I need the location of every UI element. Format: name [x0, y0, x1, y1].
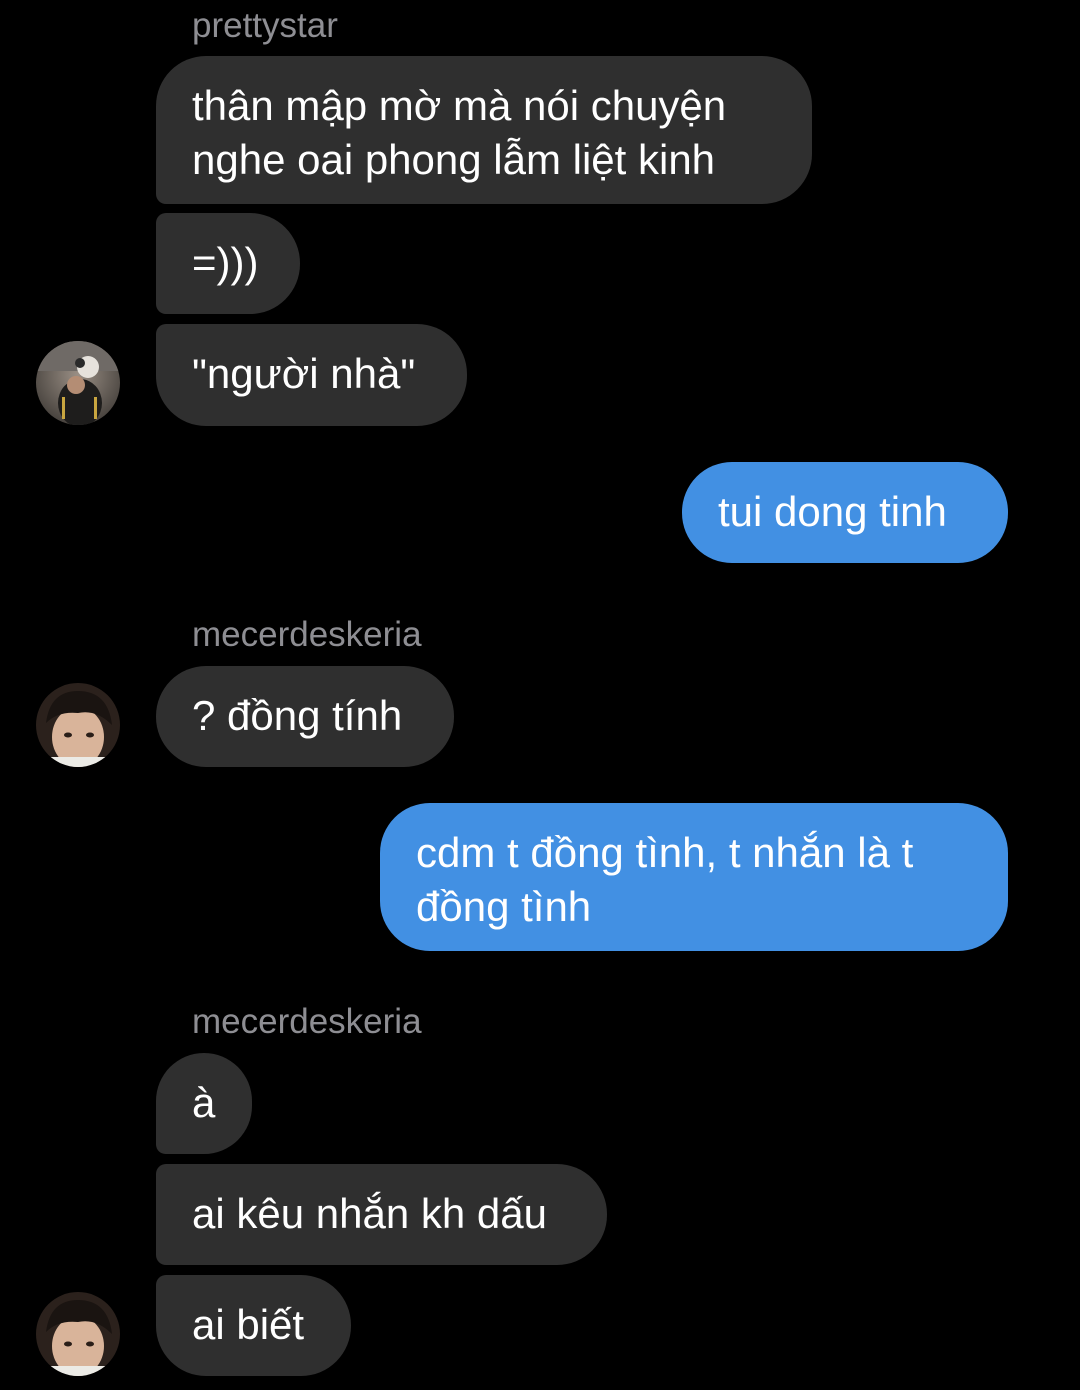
- sender-name-mecerdeskeria: mecerdeskeria: [192, 1002, 422, 1041]
- sender-name-prettystar: prettystar: [192, 6, 338, 45]
- message-bubble-incoming[interactable]: ai biết: [156, 1275, 351, 1376]
- message-bubble-incoming[interactable]: thân mập mờ mà nói chuyện nghe oai phong…: [156, 56, 812, 204]
- message-bubble-outgoing[interactable]: cdm t đồng tình, t nhắn là t đồng tình: [380, 803, 1008, 951]
- avatar-photo-icon: [36, 341, 120, 425]
- message-bubble-incoming[interactable]: =))): [156, 213, 300, 314]
- message-bubble-incoming[interactable]: ? đồng tính: [156, 666, 454, 767]
- message-bubble-outgoing[interactable]: tui dong tinh: [682, 462, 1008, 563]
- message-bubble-incoming[interactable]: "người nhà": [156, 324, 467, 426]
- message-bubble-incoming[interactable]: à: [156, 1053, 252, 1154]
- avatar-photo-icon: [36, 1292, 120, 1376]
- avatar-prettystar[interactable]: [36, 341, 120, 425]
- avatar-mecerdeskeria[interactable]: [36, 1292, 120, 1376]
- sender-name-mecerdeskeria: mecerdeskeria: [192, 615, 422, 654]
- avatar-photo-icon: [36, 683, 120, 767]
- avatar-mecerdeskeria[interactable]: [36, 683, 120, 767]
- message-bubble-incoming[interactable]: ai kêu nhắn kh dấu: [156, 1164, 607, 1265]
